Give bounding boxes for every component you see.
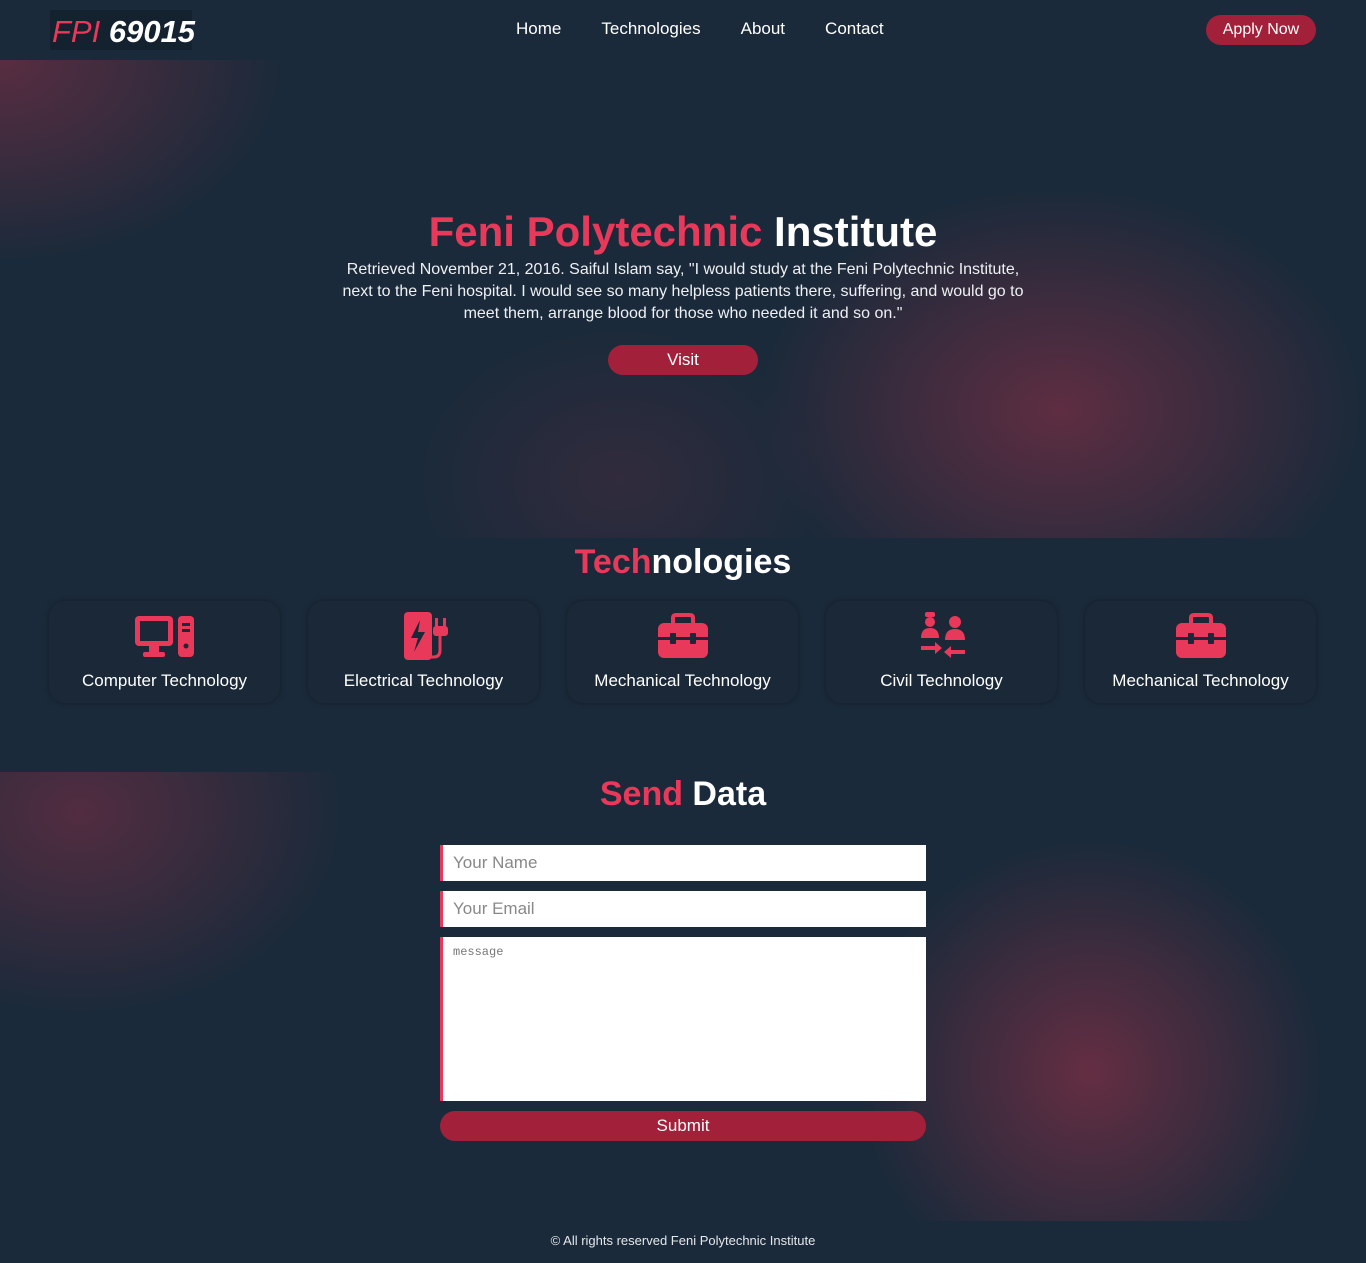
send-data-section: Send Data Submit [0,772,1366,1221]
logo-lead: FPI [52,14,101,49]
charging-station-icon [308,612,539,660]
toolbox-icon [567,612,798,660]
logo-number: 69015 [100,14,196,49]
toolbox-icon [1085,612,1316,660]
people-exchange-icon [826,612,1057,660]
tech-card-label: Civil Technology [880,671,1003,690]
nav-link-contact[interactable]: Contact [825,19,884,39]
tech-card-civil[interactable]: Civil Technology [826,601,1057,703]
message-textarea[interactable] [440,937,926,1101]
technologies-title-accent: Tech [574,543,652,581]
navbar: FPI 69015 Home Technologies About Contac… [0,0,1366,60]
send-data-title-rest: Data [682,775,767,813]
email-input[interactable] [440,891,926,927]
tech-card-mechanical[interactable]: Mechanical Technology [567,601,798,703]
nav-link-technologies[interactable]: Technologies [601,19,700,39]
tech-card-label: Mechanical Technology [1112,671,1289,690]
technologies-title: Technologies [0,540,1366,584]
tech-card-computer[interactable]: Computer Technology [49,601,280,703]
visit-button[interactable]: Visit [608,345,758,375]
submit-button[interactable]: Submit [440,1111,926,1141]
hero-title-rest: Institute [762,208,938,255]
apply-now-button[interactable]: Apply Now [1206,15,1316,45]
send-data-title: Send Data [0,772,1366,816]
hero-section: Feni Polytechnic Institute Retrieved Nov… [0,60,1366,538]
nav-link-home[interactable]: Home [516,19,561,39]
tech-card-label: Computer Technology [81,671,248,690]
hero-title: Feni Polytechnic Institute [0,206,1366,258]
hero-title-accent: Feni Polytechnic [428,208,763,255]
site-logo[interactable]: FPI 69015 [50,10,196,50]
tech-card-mechanical-2[interactable]: Mechanical Technology [1085,601,1316,703]
name-input[interactable] [440,845,926,881]
main-menu: Home Technologies About Contact [516,19,884,39]
tech-card-label: Electrical Technology [343,671,504,690]
technologies-title-rest: nologies [651,543,792,581]
nav-link-about[interactable]: About [741,19,785,39]
technology-cards: Computer Technology Electrical Technolog… [49,601,1319,703]
footer-copyright: © All rights reserved Feni Polytechnic I… [550,1233,816,1248]
tech-card-electrical[interactable]: Electrical Technology [308,601,539,703]
tech-card-label: Mechanical Technology [594,671,771,690]
computer-icon [49,612,280,660]
send-data-title-accent: Send [599,775,683,813]
hero-quote: Retrieved November 21, 2016. Saiful Isla… [342,261,1024,322]
